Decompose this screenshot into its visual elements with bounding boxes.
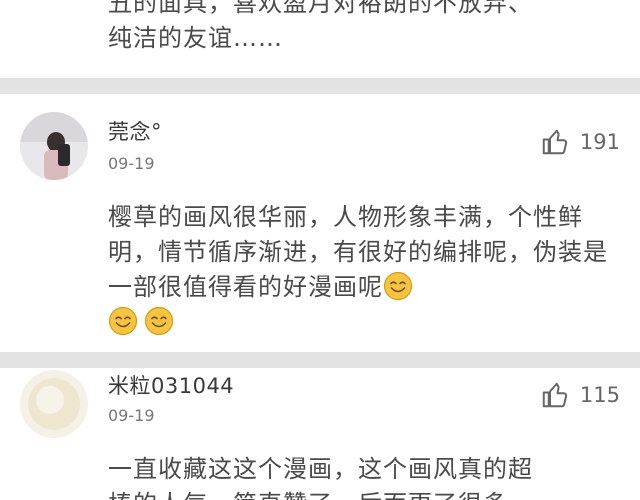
previous-comment-line: 纯洁的友谊…… — [108, 24, 283, 52]
avatar-image — [20, 112, 88, 180]
comment-date: 09-19 — [108, 406, 155, 425]
comment-separator — [0, 352, 640, 368]
previous-comment-line: 丑的面具，喜欢盈月对裕朗的不放弃、 — [108, 0, 533, 17]
comment-card[interactable]: 莞念° 09-19 191 樱草的画风很华丽，人物形象丰满，个性鲜明，情节循序渐… — [0, 94, 640, 352]
comment-card[interactable]: 米粒031044 09-19 115 一直收藏这这个漫画，这个画风真的超 棒的人… — [0, 368, 640, 500]
like-button[interactable]: 191 — [540, 127, 620, 157]
previous-comment-card: 丑的面具，喜欢盈月对裕朗的不放弃、 纯洁的友谊…… — [0, 0, 640, 78]
avatar[interactable] — [20, 112, 88, 180]
like-count: 191 — [579, 130, 620, 154]
comment-separator — [0, 78, 640, 94]
like-count: 115 — [579, 383, 620, 407]
like-button[interactable]: 115 — [540, 380, 620, 410]
comment-text-content: 樱草的画风很华丽，人物形象丰满，个性鲜明，情节循序渐进，有很好的编排呢，伪装是一… — [108, 203, 608, 301]
smiley-emoji — [383, 271, 413, 301]
username[interactable]: 米粒031044 — [108, 370, 234, 400]
comment-text: 樱草的画风很华丽，人物形象丰满，个性鲜明，情节循序渐进，有很好的编排呢，伪装是一… — [108, 200, 616, 340]
comment-text: 一直收藏这这个漫画，这个画风真的超 棒的人气，简直赞了，后面更了很多 — [108, 452, 616, 500]
avatar[interactable] — [20, 370, 88, 438]
smiley-emoji — [144, 306, 174, 336]
comment-text-line: 棒的人气，简直赞了，后面更了很多 — [108, 487, 616, 500]
username[interactable]: 莞念° — [108, 116, 162, 146]
comment-text-line: 一直收藏这这个漫画，这个画风真的超 — [108, 455, 533, 483]
thumbs-up-icon — [542, 382, 568, 408]
thumbs-up-icon — [542, 129, 568, 155]
smiley-emoji — [108, 306, 138, 336]
avatar-image — [20, 370, 88, 438]
comment-date: 09-19 — [108, 154, 155, 173]
previous-comment-text: 丑的面具，喜欢盈月对裕朗的不放弃、 纯洁的友谊…… — [108, 0, 616, 56]
